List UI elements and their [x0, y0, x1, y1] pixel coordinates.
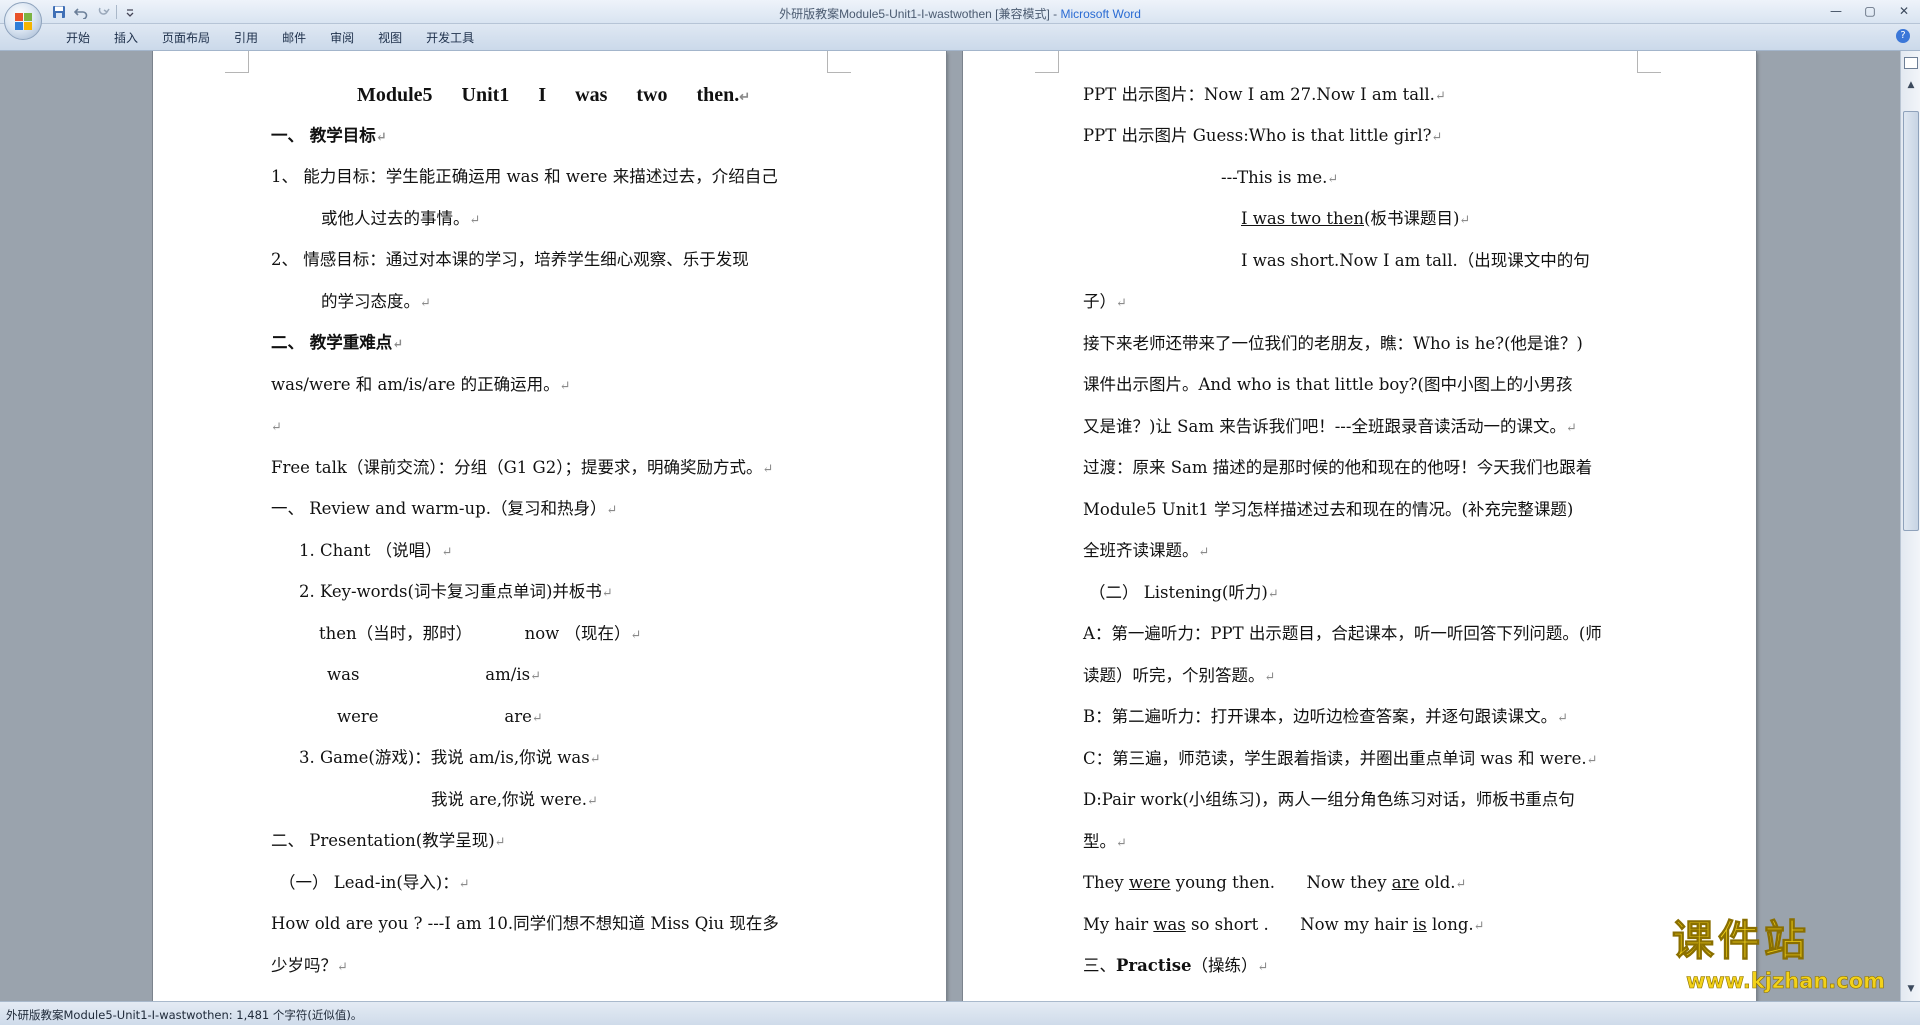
- list-item: 1. Chant （说唱）↵: [299, 541, 453, 560]
- window-controls: — ▢ ✕: [1826, 2, 1914, 20]
- close-button[interactable]: ✕: [1894, 2, 1914, 20]
- paragraph: 接下来老师还带来了一位我们的老朋友，瞧：Who is he?(他是谁？): [1083, 334, 1583, 353]
- margin-corner-mark: [1637, 51, 1661, 73]
- help-icon[interactable]: ?: [1896, 29, 1910, 43]
- ribbon-tabs: 开始 插入 页面布局 引用 邮件 审阅 视图 开发工具: [54, 29, 486, 47]
- heading-practise: 三、Practise（操练）↵: [1083, 956, 1269, 975]
- watermark-url: www.kjzhan.com: [1686, 969, 1886, 994]
- paragraph: C：第三遍，师范读，学生跟着指读，并圈出重点单词 was 和 were.↵: [1083, 749, 1598, 768]
- paragraph: 过渡：原来 Sam 描述的是那时候的他和现在的他呀！今天我们也跟着: [1083, 458, 1593, 477]
- scroll-down-button[interactable]: ▼: [1903, 981, 1919, 997]
- empty-paragraph: ↵: [271, 420, 282, 435]
- tab-page-layout[interactable]: 页面布局: [150, 29, 222, 47]
- minimize-button[interactable]: —: [1826, 2, 1846, 20]
- paragraph: D:Pair work(小组练习)，两人一组分角色练习对话，师板书重点句: [1083, 790, 1575, 809]
- paragraph: then（当时，那时） now （现在）↵: [319, 624, 642, 643]
- margin-corner-mark: [225, 51, 249, 73]
- paragraph: Module5 Unit1 学习怎样描述过去和现在的情况。(补充完整课题): [1083, 500, 1574, 519]
- maximize-button[interactable]: ▢: [1860, 2, 1880, 20]
- paragraph: ---This is me.↵: [1221, 168, 1339, 187]
- tab-view[interactable]: 视图: [366, 29, 414, 47]
- paragraph: 读题）听完，个别答题。↵: [1083, 666, 1276, 685]
- tab-insert[interactable]: 插入: [102, 29, 150, 47]
- window-title-doc: 外研版教案Module5-Unit1-I-wastwothen [兼容模式] -: [779, 7, 1061, 21]
- paragraph: 的学习态度。↵: [321, 292, 431, 311]
- scrollbar-thumb[interactable]: [1903, 111, 1919, 531]
- paragraph: I was short.Now I am tall.（出现课文中的句: [1241, 251, 1590, 270]
- paragraph: 2、 情感目标：通过对本课的学习，培养学生细心观察、乐于发现: [271, 250, 749, 269]
- paragraph: 或他人过去的事情。↵: [321, 209, 481, 228]
- paragraph: I was two then(板书课题目)↵: [1241, 209, 1471, 228]
- tab-review[interactable]: 审阅: [318, 29, 366, 47]
- margin-corner-mark: [1035, 51, 1059, 73]
- vertical-scrollbar[interactable]: ▲ ▼: [1900, 51, 1920, 1001]
- heading-presentation: 二、 Presentation(教学呈现)↵: [271, 831, 506, 850]
- office-button[interactable]: [4, 2, 42, 40]
- document-page-1[interactable]: Module5 Unit1 I was two then.↵ 一、 教学目标↵ …: [153, 51, 946, 1001]
- ribbon-tab-bar: 开始 插入 页面布局 引用 邮件 审阅 视图 开发工具 ?: [0, 24, 1920, 51]
- heading-review: 一、 Review and warm-up.（复习和热身）↵: [271, 499, 618, 518]
- watermark-logo: 课件站 www.kjzhan.com: [1664, 916, 1904, 1000]
- tab-mailings[interactable]: 邮件: [270, 29, 318, 47]
- title-bar: 外研版教案Module5-Unit1-I-wastwothen [兼容模式] -…: [0, 0, 1920, 24]
- status-bar: 外研版教案Module5-Unit1-I-wastwothen: 1,481 个…: [0, 1001, 1920, 1025]
- ruler-toggle-button[interactable]: [1904, 57, 1918, 69]
- paragraph: was am/is↵: [327, 665, 541, 684]
- paragraph: A：第一遍听力：PPT 出示题目，合起课本，听一听回答下列问题。(师: [1083, 624, 1602, 643]
- paragraph: 又是谁？)让 Sam 来告诉我们吧！---全班跟录音读活动一的课文。↵: [1083, 417, 1577, 436]
- document-area[interactable]: Module5 Unit1 I was two then.↵ 一、 教学目标↵ …: [0, 51, 1900, 1001]
- tab-references[interactable]: 引用: [222, 29, 270, 47]
- paragraph: 1、 能力目标：学生能正确运用 was 和 were 来描述过去，介绍自己: [271, 167, 778, 186]
- paragraph: B：第二遍听力：打开课本，边听边检查答案，并逐句跟读课文。↵: [1083, 707, 1569, 726]
- paragraph: 我说 are,你说 were.↵: [431, 790, 598, 809]
- paragraph: PPT 出示图片：Now I am 27.Now I am tall.↵: [1083, 85, 1446, 104]
- paragraph: 课件出示图片。And who is that little boy?(图中小图上…: [1083, 375, 1573, 394]
- office-logo-icon: [15, 13, 32, 30]
- scroll-up-button[interactable]: ▲: [1903, 77, 1919, 93]
- margin-corner-mark: [827, 51, 851, 73]
- watermark-title: 课件站: [1671, 916, 1811, 965]
- example-sentence: They were young then. Now they are old.↵: [1083, 873, 1467, 892]
- paragraph: 全班齐读课题。↵: [1083, 541, 1210, 560]
- paragraph: How old are you ? ---I am 10.同学们想不想知道 Mi…: [271, 914, 779, 933]
- paragraph: PPT 出示图片 Guess:Who is that little girl?↵: [1083, 126, 1443, 145]
- status-text: 外研版教案Module5-Unit1-I-wastwothen: 1,481 个…: [6, 1008, 363, 1022]
- heading-key-points: 二、 教学重难点↵: [271, 333, 404, 352]
- paragraph: 少岁吗？↵: [271, 956, 348, 975]
- tab-developer[interactable]: 开发工具: [414, 29, 486, 47]
- list-item: 2. Key-words(词卡复习重点单词)并板书↵: [299, 582, 613, 601]
- paragraph: were are↵: [337, 707, 543, 726]
- paragraph: 子）↵: [1083, 292, 1127, 311]
- heading-listening: （二） Listening(听力)↵: [1089, 583, 1279, 602]
- paragraph: was/were 和 am/is/are 的正确运用。↵: [271, 375, 571, 394]
- list-item: 3. Game(游戏)：我说 am/is,你说 was↵: [299, 748, 601, 767]
- window-title-app: Microsoft Word: [1060, 7, 1141, 21]
- paragraph: Free talk（课前交流）：分组（G1 G2）；提要求，明确奖励方式。↵: [271, 458, 774, 477]
- heading-lead-in: （一） Lead-in(导入)：↵: [279, 873, 470, 892]
- document-title: Module5 Unit1 I was two then.↵: [357, 84, 751, 106]
- paragraph: 型。↵: [1083, 832, 1127, 851]
- document-page-2[interactable]: PPT 出示图片：Now I am 27.Now I am tall.↵ PPT…: [963, 51, 1756, 1001]
- example-sentence: My hair was so short . Now my hair is lo…: [1083, 915, 1485, 934]
- tab-home[interactable]: 开始: [54, 29, 102, 47]
- heading-objectives: 一、 教学目标↵: [271, 126, 387, 145]
- window-title: 外研版教案Module5-Unit1-I-wastwothen [兼容模式] -…: [0, 5, 1920, 22]
